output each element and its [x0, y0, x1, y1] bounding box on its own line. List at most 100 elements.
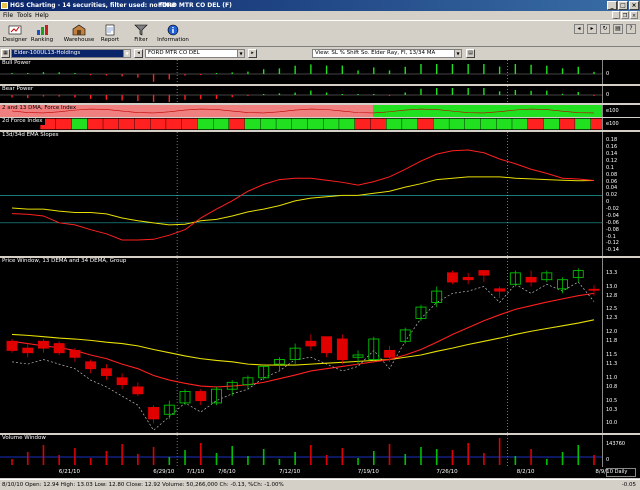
- maximize-button[interactable]: □: [618, 1, 628, 10]
- watchlist-select[interactable]: Elder-100UL13-Holdings ▼: [11, 49, 131, 58]
- print-icon[interactable]: ▤: [613, 24, 623, 34]
- volume-bar: [372, 451, 375, 465]
- bear-power-bar: [231, 95, 233, 98]
- volume-bar: [278, 459, 281, 465]
- menu-file[interactable]: File: [3, 11, 13, 20]
- force-index-2d-block: [165, 118, 182, 130]
- report-button[interactable]: Report: [98, 22, 122, 47]
- candle-body: [69, 349, 81, 358]
- warehouse-label: Warehouse: [63, 37, 95, 43]
- ranking-button[interactable]: Ranking: [30, 22, 54, 47]
- volume-bar: [546, 459, 548, 465]
- force-index-2d-block: [354, 118, 371, 130]
- bear-power-bar: [357, 94, 359, 95]
- bull-power-bar: [121, 74, 123, 77]
- back-icon[interactable]: ◂: [574, 24, 584, 34]
- ema-slopes-panel: 13d/34d EMA Slopes 0.18 0.16 0.14 0.12 0.1 0.…: [0, 132, 640, 256]
- ranking-label: Ranking: [30, 37, 54, 43]
- volume-axis-zero: 0: [606, 457, 610, 463]
- force-index-2d-block: [197, 118, 214, 130]
- bear-power-bar: [42, 95, 45, 97]
- view-settings-button[interactable]: ▤: [466, 49, 475, 58]
- volume-bar: [168, 457, 171, 465]
- bear-power-bar: [200, 95, 202, 100]
- prev-security-button[interactable]: ◂: [134, 49, 143, 58]
- mdi-close-button[interactable]: ×: [630, 11, 638, 19]
- force-index-2d-block: [71, 118, 88, 130]
- ranking-icon: [37, 25, 48, 35]
- bull-power-bar: [561, 68, 564, 74]
- candle-body: [85, 361, 97, 370]
- force-index-2d-panel: 2d Force Index e100: [0, 118, 640, 130]
- bull-power-bar: [420, 64, 422, 74]
- help-icon[interactable]: ?: [626, 24, 636, 34]
- bull-power-bar: [89, 74, 92, 76]
- bear-power-bar: [278, 93, 281, 95]
- volume-bar: [184, 450, 186, 465]
- mdi-minimize-button[interactable]: _: [612, 11, 620, 19]
- bear-power-bar: [215, 95, 218, 99]
- slope-axis-label: 0.04: [606, 185, 618, 192]
- minimize-button[interactable]: _: [607, 1, 617, 10]
- bull-power-bar: [530, 64, 532, 74]
- menu-tools[interactable]: Tools: [17, 11, 32, 20]
- window-controls: _ □ ×: [607, 1, 639, 10]
- view-select[interactable]: View: SL % Shift So. Elder Ray, FI, 13/3…: [312, 49, 462, 58]
- volume-bar: [483, 453, 485, 465]
- candle-body: [22, 347, 34, 354]
- bear-power-bar: [561, 93, 564, 95]
- app-window: HGS Charting - 14 securities, filter use…: [0, 0, 640, 490]
- force-index-2d-block: [574, 118, 591, 130]
- bull-power-bar: [105, 74, 108, 76]
- refresh-icon[interactable]: ↻: [600, 24, 610, 34]
- selector-row: ▦ Elder-100UL13-Holdings ▼ ◂ FORD MTR CO…: [0, 48, 640, 59]
- date-label: 7/19/10: [357, 469, 379, 475]
- menu-help[interactable]: Help: [35, 11, 49, 20]
- force-index-2d-block: [55, 118, 72, 130]
- candle-body: [494, 288, 506, 292]
- volume-bar: [152, 447, 155, 465]
- close-button[interactable]: ×: [629, 1, 639, 10]
- bull-power-bar: [467, 64, 469, 74]
- bear-power-bar: [436, 88, 438, 95]
- force-index-2d-block: [338, 118, 355, 130]
- bull-power-bar: [27, 73, 29, 74]
- date-label: 7/6/10: [217, 469, 236, 475]
- slope-axis-label: 0.16: [606, 144, 618, 151]
- report-label: Report: [100, 37, 120, 43]
- security-select[interactable]: FORD MTR CO DEL ▼: [145, 49, 245, 58]
- slope-axis-label: 0.14: [606, 151, 618, 158]
- volume-bar: [357, 458, 359, 465]
- force-index-2d-block: [323, 118, 340, 130]
- force-index-2-13-title: 2 and 13 DMA, Force Index: [2, 105, 77, 111]
- information-button[interactable]: Information: [156, 22, 190, 47]
- volume-bar: [561, 452, 564, 465]
- next-security-button[interactable]: ▸: [248, 49, 257, 58]
- volume-bar: [325, 455, 328, 465]
- mdi-restore-button[interactable]: ❐: [621, 11, 629, 19]
- chevron-down-icon: ▼: [123, 50, 130, 57]
- filter-button[interactable]: Filter: [130, 22, 152, 47]
- date-axis: Daily 6/21/10 6/29/10 7/1/10 7/6/10 7/12/10 7…: [0, 467, 640, 478]
- bull-power-bar: [278, 68, 281, 74]
- bull-power-bar: [215, 73, 218, 74]
- designer-button[interactable]: Designer: [2, 22, 28, 47]
- bear-power-title: Bear Power: [2, 86, 36, 93]
- bear-power-chart: [0, 86, 602, 103]
- bull-power-bar: [451, 64, 454, 74]
- force-index-2d-block: [134, 118, 151, 130]
- bear-power-bar: [152, 95, 155, 102]
- watchlist-icon[interactable]: ▦: [1, 49, 10, 58]
- date-label: 6/21/10: [58, 469, 81, 475]
- force-index-2d-block: [87, 118, 104, 130]
- status-right: -0.05: [621, 482, 636, 488]
- price-axis-label: 10.8: [606, 383, 618, 390]
- bear-power-bar: [247, 95, 249, 96]
- warehouse-button[interactable]: Warehouse: [63, 22, 95, 47]
- forward-icon[interactable]: ▸: [587, 24, 597, 34]
- bull-power-bar: [514, 64, 517, 74]
- force-index-2d-block: [118, 118, 135, 130]
- bull-power-title: Bull Power: [2, 60, 33, 67]
- bull-power-bar: [341, 65, 344, 74]
- slope-axis-label: -0.1: [606, 233, 616, 240]
